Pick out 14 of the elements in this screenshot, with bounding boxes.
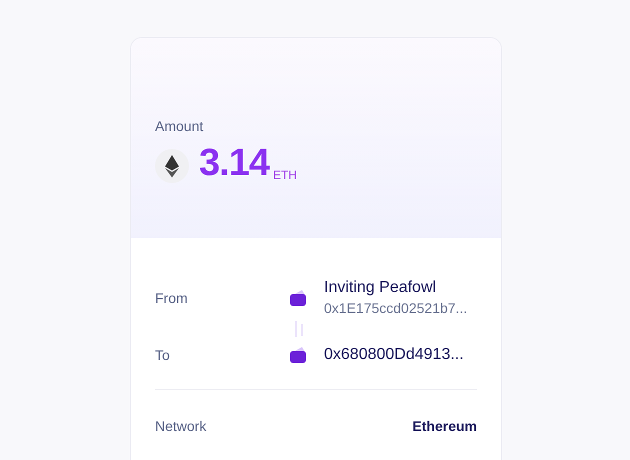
wallet-icon <box>289 346 307 364</box>
recipient-address: 0x680800Dd4913... <box>324 345 464 365</box>
network-value: Ethereum <box>412 417 477 436</box>
wallet-icon <box>289 289 307 307</box>
amount-unit: ETH <box>272 167 297 184</box>
to-label: To <box>155 346 171 364</box>
amount-label: Amount <box>155 117 204 135</box>
sender-name: Inviting Peafowl <box>324 278 438 298</box>
transfer-icon <box>293 321 305 337</box>
sender-address: 0x1E175ccd02521b7... <box>324 299 468 318</box>
from-label: From <box>155 288 189 308</box>
ethereum-icon <box>155 149 189 183</box>
network-label: Network <box>155 417 206 436</box>
amount-value: 3.14 <box>199 143 269 183</box>
